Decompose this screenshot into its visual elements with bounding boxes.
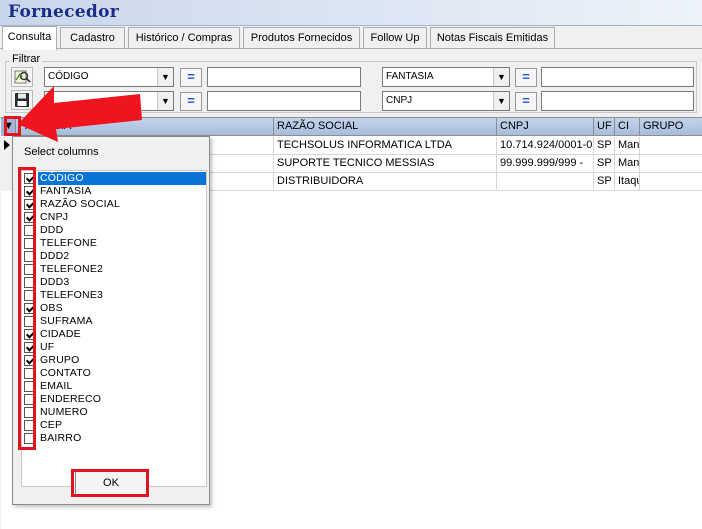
tab-follow-up[interactable]: Follow Up: [363, 27, 427, 49]
column-option-label: CONTATO: [40, 367, 91, 379]
column-option-label: TELEFONE2: [40, 263, 104, 275]
column-option-label: GRUPO: [40, 354, 80, 366]
popup-title: Select columns: [24, 146, 99, 158]
cell-cnpj: 10.714.924/0001-0: [497, 137, 594, 155]
cell-razao-social: DISTRIBUIDORA: [274, 173, 497, 191]
column-option[interactable]: CIDADE: [22, 328, 206, 341]
window-title: Fornecedor: [8, 2, 119, 22]
tab-produtos-fornecidos[interactable]: Produtos Fornecidos: [243, 27, 360, 49]
filter-field-value-3: FANTASIA: [386, 71, 434, 82]
header-uf[interactable]: UF: [594, 118, 615, 136]
column-option[interactable]: EMAIL: [22, 380, 206, 393]
cell-cnpj: [497, 173, 594, 191]
dropdown-arrow-icon: ▼: [493, 92, 509, 110]
column-option[interactable]: NUMERO: [22, 406, 206, 419]
column-option[interactable]: DDD2: [22, 250, 206, 263]
column-option[interactable]: GRUPO: [22, 354, 206, 367]
column-option-label: EMAIL: [40, 380, 73, 392]
column-option-label: TELEFONE3: [40, 289, 104, 301]
filter-field-value-1: CÓDIGO: [48, 71, 89, 82]
column-option-label: DDD2: [40, 250, 70, 262]
highlight-checkbox-column: [18, 167, 36, 450]
column-option-label: SUFRAMA: [40, 315, 93, 327]
cell-cidade: Itaqu: [615, 173, 640, 191]
column-option-label: FANTASIA: [40, 185, 92, 197]
column-option[interactable]: TELEFONE: [22, 237, 206, 250]
tab-baseline: [0, 48, 702, 49]
operator-button-2[interactable]: =: [180, 92, 202, 111]
column-list[interactable]: CÓDIGO FANTASIA RAZÃO SOCIAL CNPJ DDD TELEFON…: [21, 170, 207, 487]
filter-value-input-1[interactable]: [207, 67, 361, 87]
select-columns-popup: Select columns CÓDIGO FANTASIA RAZÃO SOCIA…: [12, 136, 210, 505]
column-option[interactable]: SUFRAMA: [22, 315, 206, 328]
tab-notas-fiscais[interactable]: Notas Fiscais Emitidas: [430, 27, 555, 49]
cell-uf: SP: [594, 173, 615, 191]
column-option[interactable]: CONTATO: [22, 367, 206, 380]
dropdown-arrow-icon: ▼: [157, 92, 173, 110]
filter-field-select-4[interactable]: CNPJ ▼: [382, 91, 510, 111]
column-option[interactable]: DDD3: [22, 276, 206, 289]
column-option-label: RAZÃO SOCIAL: [40, 198, 121, 210]
column-option[interactable]: UF: [22, 341, 206, 354]
column-option-label: ENDERECO: [40, 393, 102, 405]
column-option-label: CIDADE: [40, 328, 81, 340]
filter-value-input-3[interactable]: [541, 67, 694, 87]
tab-cadastro[interactable]: Cadastro: [60, 27, 125, 49]
column-option[interactable]: DDD: [22, 224, 206, 237]
column-option[interactable]: ENDERECO: [22, 393, 206, 406]
cell-razao-social: SUPORTE TECNICO MESSIAS: [274, 155, 497, 173]
cell-cnpj: 99.999.999/999 -: [497, 155, 594, 173]
cell-uf: SP: [594, 155, 615, 173]
column-option[interactable]: CÓDIGO: [22, 172, 206, 185]
filter-field-select-3[interactable]: FANTASIA ▼: [382, 67, 510, 87]
column-option[interactable]: TELEFONE2: [22, 263, 206, 276]
column-option[interactable]: OBS: [22, 302, 206, 315]
filter-value-input-2[interactable]: [207, 91, 361, 111]
column-option-label: CÓDIGO: [38, 172, 206, 185]
tab-strip: Consulta Cadastro Histórico / Compras Pr…: [2, 26, 700, 50]
cell-cidade: Man: [615, 155, 640, 173]
red-arrow-icon: [18, 86, 142, 142]
dropdown-arrow-icon: ▼: [157, 68, 173, 86]
tab-consulta[interactable]: Consulta: [2, 26, 57, 50]
column-option-label: TELEFONE: [40, 237, 98, 249]
column-option-label: BAIRRO: [40, 432, 82, 444]
column-option[interactable]: BAIRRO: [22, 432, 206, 445]
column-option[interactable]: CEP: [22, 419, 206, 432]
operator-button-4[interactable]: =: [515, 92, 537, 111]
column-option-label: CNPJ: [40, 211, 69, 223]
dropdown-arrow-icon: ▼: [493, 68, 509, 86]
column-option-label: DDD3: [40, 276, 70, 288]
header-razao-social[interactable]: RAZÃO SOCIAL: [274, 118, 497, 136]
cell-razao-social: TECHSOLUS INFORMATICA LTDA: [274, 137, 497, 155]
column-option[interactable]: TELEFONE3: [22, 289, 206, 302]
filter-value-input-4[interactable]: [541, 91, 694, 111]
highlight-ok-button: [71, 469, 149, 497]
column-option[interactable]: CNPJ: [22, 211, 206, 224]
column-option[interactable]: FANTASIA: [22, 185, 206, 198]
tab-historico-compras[interactable]: Histórico / Compras: [128, 27, 240, 49]
cell-uf: SP: [594, 137, 615, 155]
cell-cidade: Man: [615, 137, 640, 155]
filter-field-value-4: CNPJ: [386, 95, 413, 106]
header-cnpj[interactable]: CNPJ: [497, 118, 594, 136]
column-option-label: DDD: [40, 224, 64, 236]
column-option-label: NUMERO: [40, 406, 88, 418]
header-cidade[interactable]: CI: [615, 118, 640, 136]
operator-button-3[interactable]: =: [515, 68, 537, 87]
column-option[interactable]: RAZÃO SOCIAL: [22, 198, 206, 211]
header-grupo[interactable]: GRUPO: [640, 118, 702, 136]
column-option-label: CEP: [40, 419, 63, 431]
column-option-label: OBS: [40, 302, 63, 314]
operator-button-1[interactable]: =: [180, 68, 202, 87]
filter-legend: Filtrar: [10, 53, 43, 65]
title-bar: Fornecedor: [0, 0, 702, 26]
column-option-label: UF: [40, 341, 55, 353]
